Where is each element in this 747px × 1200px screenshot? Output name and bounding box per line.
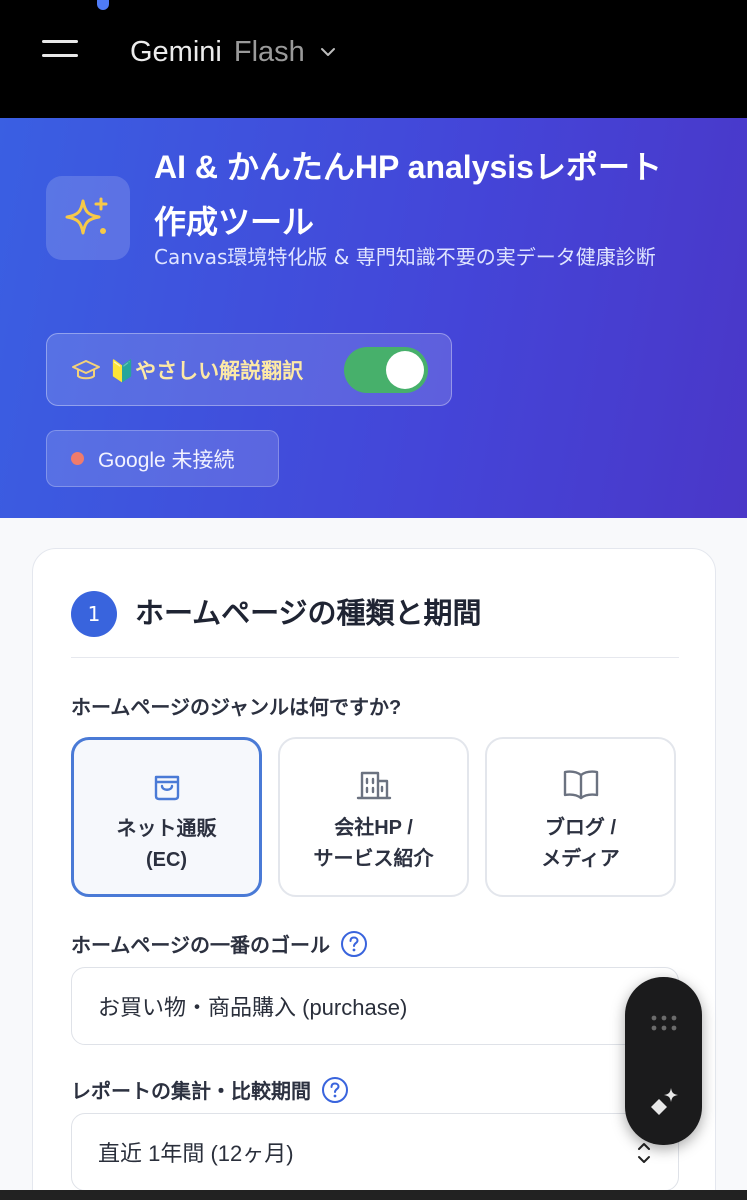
easy-explanation-toggle-card: 🔰やさしい解説翻訳 xyxy=(46,333,452,406)
genre-option-ec[interactable]: ネット通販 (EC) xyxy=(71,737,262,897)
genre-label: 会社HP / サービス紹介 xyxy=(313,817,434,870)
easy-explanation-switch[interactable] xyxy=(344,347,428,393)
page-title-line1: AI & かんたんHP analysisレポート xyxy=(154,149,662,185)
status-indicator xyxy=(97,0,109,10)
switch-knob xyxy=(386,351,424,389)
page-title: AI & かんたんHP analysisレポート 作成ツール xyxy=(154,140,724,250)
goal-label-row: ホームページの一番のゴール xyxy=(71,929,368,958)
period-label-row: レポートの集計・比較期間 xyxy=(71,1075,349,1104)
genre-option-company[interactable]: 会社HP / サービス紹介 xyxy=(278,737,469,897)
building-icon xyxy=(355,765,393,803)
model-selector[interactable]: Gemini Flash xyxy=(130,30,337,74)
section-card-type-period: 1 ホームページの種類と期間 ホームページのジャンルは何ですか? ネット通販 (… xyxy=(32,548,716,1200)
sparkles-icon xyxy=(46,176,130,260)
status-dot-icon xyxy=(71,452,84,465)
genre-label: ブログ / メディア xyxy=(541,817,620,870)
book-icon xyxy=(562,765,600,803)
model-name: Gemini xyxy=(130,35,222,68)
period-label: レポートの集計・比較期間 xyxy=(71,1081,311,1103)
chevron-up-down-icon xyxy=(636,1140,652,1166)
step-number-badge: 1 xyxy=(71,591,117,637)
model-variant: Flash xyxy=(233,35,305,68)
magic-edit-icon[interactable] xyxy=(647,1085,681,1119)
goal-select-value: お買い物・商品購入 (purchase) xyxy=(98,995,408,1020)
genre-question: ホームページのジャンルは何ですか? xyxy=(71,697,402,719)
period-select-value: 直近 1年間 (12ヶ月) xyxy=(98,1141,294,1166)
drag-handle-icon[interactable] xyxy=(649,1013,679,1033)
period-select[interactable]: 直近 1年間 (12ヶ月) xyxy=(71,1113,679,1191)
genre-option-blog[interactable]: ブログ / メディア xyxy=(485,737,676,897)
easy-explanation-label: 🔰やさしい解説翻訳 xyxy=(109,359,304,383)
help-icon[interactable] xyxy=(340,930,368,958)
help-icon[interactable] xyxy=(321,1076,349,1104)
shopping-bag-icon xyxy=(148,766,186,804)
app-header: AI & かんたんHP analysisレポート 作成ツール Canvas環境特… xyxy=(0,118,747,518)
chevron-down-icon xyxy=(319,43,337,61)
divider xyxy=(71,657,679,658)
bottom-edge xyxy=(0,1190,747,1200)
goal-select[interactable]: お買い物・商品購入 (purchase) xyxy=(71,967,679,1045)
google-connection-status[interactable]: Google 未接続 xyxy=(46,430,279,487)
genre-label: ネット通販 (EC) xyxy=(116,818,217,871)
section-title: ホームページの種類と期間 xyxy=(135,598,482,630)
graduation-cap-icon xyxy=(71,358,101,382)
menu-icon[interactable] xyxy=(38,36,84,66)
goal-label: ホームページの一番のゴール xyxy=(71,935,330,957)
app-top-bar: Gemini Flash xyxy=(0,0,747,118)
floating-toolbar xyxy=(625,977,702,1145)
page-subtitle: Canvas環境特化版 & 専門知識不要の実データ健康診断 xyxy=(154,245,656,269)
connection-status-text: Google 未接続 xyxy=(98,448,235,472)
